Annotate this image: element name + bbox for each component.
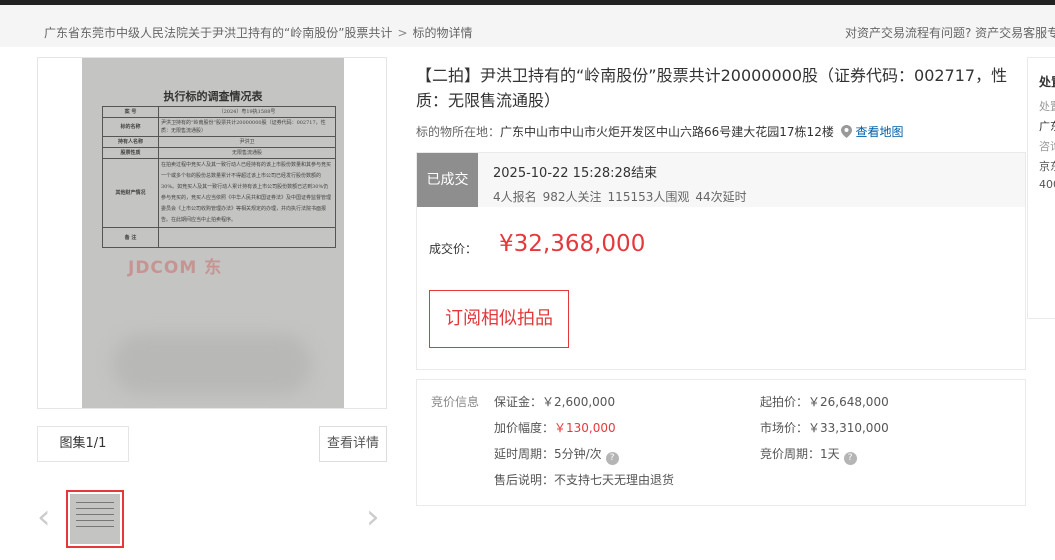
breadcrumb-separator: >	[397, 26, 408, 40]
thumbnail-image	[70, 494, 120, 544]
location-row: 标的物所在地：广东中山市中山市火炬开发区中山六路66号建大花园17栋12楼 查看…	[416, 123, 904, 140]
view-detail-button[interactable]: 查看详情	[319, 426, 387, 462]
end-time: 2025-10-22 15:28:28结束	[493, 166, 658, 181]
doc-key: 案 号	[102, 106, 159, 118]
side-line: 广东	[1039, 120, 1055, 133]
breadcrumb-current: 标的物详情	[412, 26, 473, 40]
blurred-signature	[112, 334, 312, 394]
doc-key: 持有人名称	[102, 136, 159, 148]
increment: 加价幅度：￥130,000	[494, 419, 616, 436]
after-sale-note: 售后说明：不支持七天无理由退货	[494, 473, 675, 487]
viewer-count: 115153人围观	[607, 190, 690, 204]
delay-period: 延时周期：5分钟/次?	[494, 445, 619, 465]
follower-count: 982人关注	[542, 190, 602, 204]
doc-value: 在拍卖过程中竞买人及其一致行动人已经持有的该上市股份数量和其参与竞买一个或多个标…	[158, 158, 336, 228]
subscribe-similar-button[interactable]: 订阅相似拍品	[429, 290, 569, 348]
signup-count: 4人报名	[493, 190, 537, 204]
document-title: 执行标的调查情况表	[163, 90, 263, 103]
starting-price: 起拍价：￥26,648,000	[760, 395, 889, 409]
document-table: 案 号（2024）粤19执1588号 标的名称 尹洪卫持有的“岭南股份”股票共计2…	[102, 106, 336, 248]
deposit: 保证金：￥2,600,000	[494, 395, 616, 409]
location-address: 广东中山市中山市火炬开发区中山六路66号建大花园17栋12楼	[500, 125, 834, 139]
chevron-left-icon[interactable]: ‹	[37, 500, 51, 534]
market-price: 市场价：￥33,310,000	[760, 421, 889, 435]
side-line: 处置	[1039, 100, 1055, 113]
disposal-side-panel: 处置 处置 广东 咨询 京东 400	[1027, 57, 1055, 319]
doc-value: （2024）粤19执1588号	[158, 106, 336, 118]
status-header: 已成交 2025-10-22 15:28:28结束 4人报名 982人关注 1151…	[417, 153, 1025, 207]
map-pin-icon	[840, 125, 852, 138]
breadcrumb-bar: 广东省东莞市中级人民法院关于尹洪卫持有的“岭南股份”股票共计 > 标的物详情 对资产…	[0, 5, 1055, 47]
location-label: 标的物所在地：	[416, 125, 501, 139]
doc-value: 尹洪卫	[158, 136, 336, 148]
bid-info-panel: 竞价信息 保证金：￥2,600,000 起拍价：￥26,648,000 加价幅度…	[416, 379, 1026, 506]
doc-key: 其他财产情况	[102, 158, 159, 228]
question-icon[interactable]: ?	[843, 452, 857, 465]
watermark: JDCOM 东	[128, 258, 223, 278]
chevron-right-icon[interactable]: ›	[366, 500, 380, 534]
increment-value: ￥130,000	[554, 421, 616, 435]
delay-period-text: 延时周期：5分钟/次	[494, 447, 602, 461]
doc-value: 尹洪卫持有的“岭南股份”股票共计20000000股（证券代码：002717，性质…	[158, 117, 336, 137]
side-title: 处置	[1039, 75, 1055, 89]
side-line: 京东	[1039, 160, 1055, 173]
breadcrumb-court-link[interactable]: 广东省东莞市中级人民法院关于尹洪卫持有的“岭南股份”股票共计	[44, 26, 392, 40]
help-link[interactable]: 对资产交易流程有问题? 资产交易客服专	[845, 24, 1055, 41]
bid-period-text: 竞价周期：1天	[760, 447, 840, 461]
thumbnail[interactable]	[66, 490, 124, 548]
item-title: 【二拍】尹洪卫持有的“岭南股份”股票共计20000000股（证券代码：00271…	[416, 66, 1008, 110]
deal-price: ¥32,368,000	[499, 231, 646, 257]
delay-count: 44次延时	[695, 190, 747, 204]
doc-value: 无限售流通股	[158, 147, 336, 159]
auction-stats: 4人报名 982人关注 115153人围观 44次延时	[493, 188, 753, 205]
bid-info-label: 竞价信息	[431, 395, 480, 409]
doc-value	[158, 227, 336, 248]
doc-key: 备 注	[102, 227, 159, 248]
breadcrumb: 广东省东莞市中级人民法院关于尹洪卫持有的“岭南股份”股票共计 > 标的物详情	[44, 24, 473, 41]
doc-key: 股票性质	[102, 147, 159, 159]
side-line: 咨询	[1039, 140, 1055, 153]
doc-key: 标的名称	[102, 117, 159, 137]
album-counter: 图集1/1	[37, 426, 129, 462]
question-icon[interactable]: ?	[605, 452, 619, 465]
main-image[interactable]: 执行标的调查情况表 案 号（2024）粤19执1588号 标的名称 尹洪卫持有的“…	[37, 57, 387, 409]
side-line: 400	[1039, 178, 1055, 191]
deal-price-label: 成交价：	[429, 242, 478, 256]
bid-period: 竞价周期：1天?	[760, 445, 857, 465]
view-map-link[interactable]: 查看地图	[855, 125, 903, 139]
auction-status-panel: 已成交 2025-10-22 15:28:28结束 4人报名 982人关注 1151…	[416, 152, 1026, 370]
status-badge: 已成交	[417, 153, 478, 207]
increment-label: 加价幅度：	[494, 421, 555, 435]
document-photo: 执行标的调查情况表 案 号（2024）粤19执1588号 标的名称 尹洪卫持有的“…	[82, 58, 344, 408]
